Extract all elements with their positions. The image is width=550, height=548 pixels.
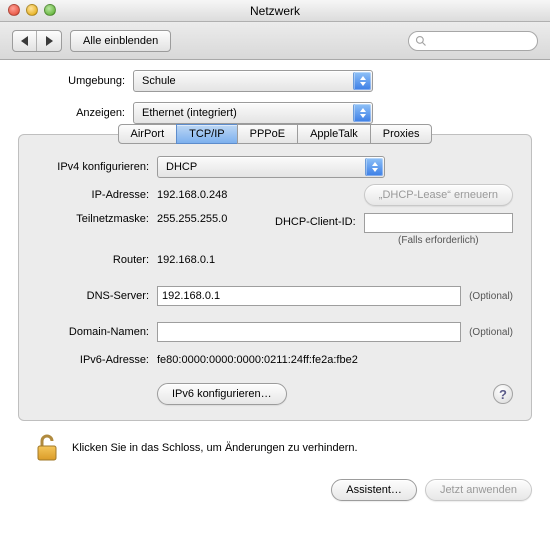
footer: Assistent… Jetzt anwenden	[0, 471, 550, 511]
location-value: Schule	[142, 75, 176, 87]
search-field[interactable]	[408, 31, 538, 51]
content: Umgebung: Schule Anzeigen: Ethernet (int…	[0, 60, 550, 471]
assistant-label: Assistent…	[346, 484, 402, 496]
chevron-left-icon	[21, 36, 28, 46]
window-controls	[8, 4, 56, 16]
dns-input[interactable]	[157, 286, 461, 306]
dhcp-client-hint: (Falls erforderlich)	[398, 235, 479, 246]
dhcp-client-label: DHCP-Client-ID:	[275, 213, 356, 228]
subnet-label: Teilnetzmaske:	[37, 213, 157, 225]
tabs: AirPort TCP/IP PPPoE AppleTalk Proxies	[19, 124, 531, 144]
location-label: Umgebung:	[18, 75, 133, 87]
tab-proxies[interactable]: Proxies	[370, 124, 433, 144]
router-label: Router:	[37, 254, 157, 266]
subnet-value: 255.255.255.0	[157, 213, 267, 225]
toolbar: Alle einblenden	[0, 22, 550, 60]
show-all-label: Alle einblenden	[83, 35, 158, 47]
help-button[interactable]: ?	[493, 384, 513, 404]
nav-back-forward	[12, 30, 62, 52]
ipv4-configure-label: IPv4 konfigurieren:	[37, 161, 157, 173]
minimize-button[interactable]	[26, 4, 38, 16]
ipv4-configure-value: DHCP	[166, 161, 197, 173]
show-popup[interactable]: Ethernet (integriert)	[133, 102, 373, 124]
dns-optional: (Optional)	[469, 291, 513, 302]
back-button[interactable]	[13, 31, 37, 51]
apply-label: Jetzt anwenden	[440, 484, 517, 496]
ipv6-configure-label: IPv6 konfigurieren…	[172, 388, 272, 400]
assistant-button[interactable]: Assistent…	[331, 479, 417, 501]
renew-lease-button[interactable]: „DHCP-Lease“ erneuern	[364, 184, 513, 206]
show-label: Anzeigen:	[18, 107, 133, 119]
question-icon: ?	[499, 387, 507, 402]
show-all-button[interactable]: Alle einblenden	[70, 30, 171, 52]
network-groupbox: AirPort TCP/IP PPPoE AppleTalk Proxies I…	[18, 134, 532, 421]
domain-optional: (Optional)	[469, 327, 513, 338]
popup-arrows-icon	[353, 104, 371, 122]
ipv4-configure-popup[interactable]: DHCP	[157, 156, 385, 178]
domain-input[interactable]	[157, 322, 461, 342]
lock-open-icon[interactable]	[36, 433, 62, 463]
lock-row: Klicken Sie in das Schloss, um Änderunge…	[18, 421, 532, 463]
router-value: 192.168.0.1	[157, 254, 215, 266]
forward-button[interactable]	[37, 31, 61, 51]
ipv6-address-value: fe80:0000:0000:0000:0211:24ff:fe2a:fbe2	[157, 354, 358, 366]
window-title: Netzwerk	[250, 4, 300, 18]
domain-label: Domain-Namen:	[37, 326, 157, 338]
show-value: Ethernet (integriert)	[142, 107, 237, 119]
close-button[interactable]	[8, 4, 20, 16]
apply-button[interactable]: Jetzt anwenden	[425, 479, 532, 501]
tab-appletalk[interactable]: AppleTalk	[297, 124, 371, 144]
popup-arrows-icon	[353, 72, 371, 90]
location-popup[interactable]: Schule	[133, 70, 373, 92]
tab-pppoe[interactable]: PPPoE	[237, 124, 298, 144]
titlebar: Netzwerk	[0, 0, 550, 22]
ip-address-label: IP-Adresse:	[37, 189, 157, 201]
ipv6-configure-button[interactable]: IPv6 konfigurieren…	[157, 383, 287, 405]
chevron-right-icon	[46, 36, 53, 46]
popup-arrows-icon	[365, 158, 383, 176]
dns-label: DNS-Server:	[37, 290, 157, 302]
search-icon	[415, 35, 427, 47]
tcpip-form: IPv4 konfigurieren: DHCP IP-Adresse: 192…	[19, 153, 531, 408]
ip-address-value: 192.168.0.248	[157, 189, 307, 201]
tab-tcpip[interactable]: TCP/IP	[176, 124, 237, 144]
lock-text: Klicken Sie in das Schloss, um Änderunge…	[72, 442, 358, 454]
ipv6-address-label: IPv6-Adresse:	[37, 354, 157, 366]
renew-lease-label: „DHCP-Lease“ erneuern	[379, 189, 498, 201]
tab-airport[interactable]: AirPort	[118, 124, 178, 144]
zoom-button[interactable]	[44, 4, 56, 16]
dhcp-client-input[interactable]	[364, 213, 513, 233]
